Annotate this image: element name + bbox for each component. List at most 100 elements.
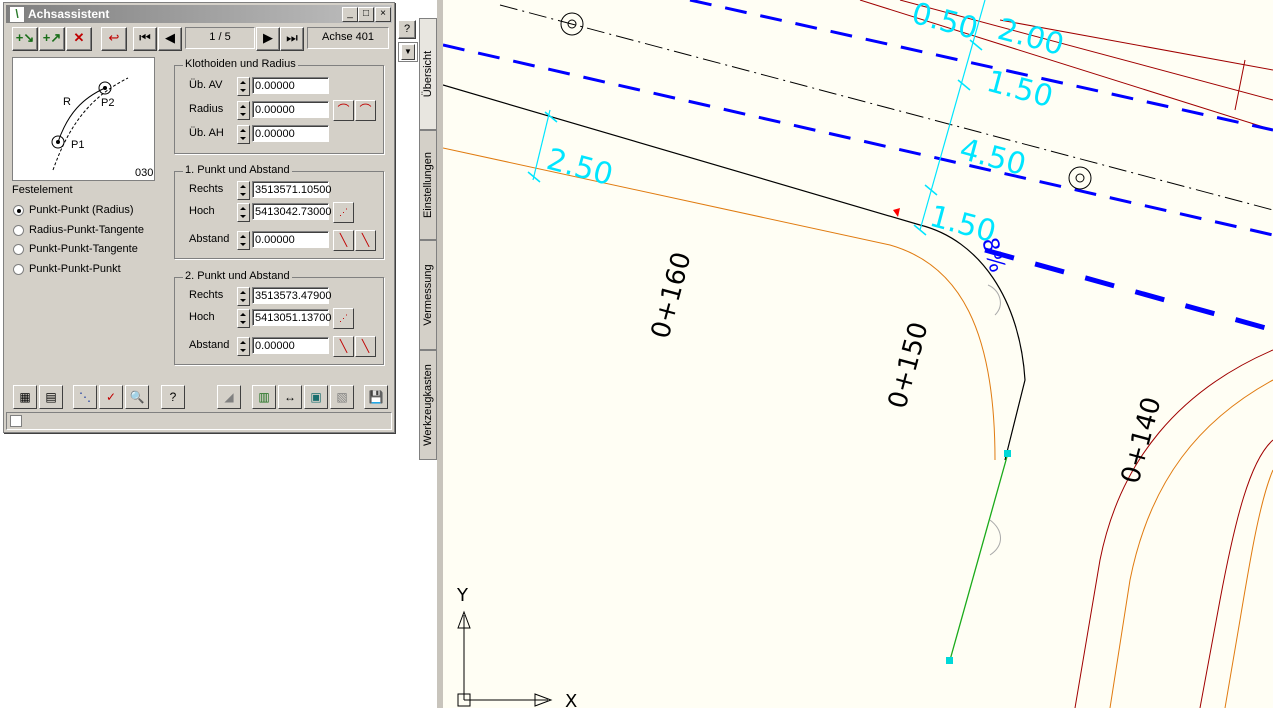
punkt2-rechts-input[interactable]: 3513573.47900 [252,287,331,304]
punkt2-group: 2. Punkt und Abstand Rechts 3513573.4790… [174,270,384,365]
tab-einstellungen[interactable]: Einstellungen [419,130,437,240]
ub-ah-spinner[interactable] [237,125,250,144]
title-bar[interactable]: \ Achsassistent _ □ × [6,5,392,23]
punkt2-abstand-input[interactable]: 0.00000 [252,337,329,354]
preview-code: 030 [135,167,154,179]
punkt2-rechts-label: Rechts [189,289,224,301]
punkt1-hoch-label: Hoch [189,205,215,217]
radio-punkt-punkt-punkt[interactable] [13,264,24,275]
option-radius-punkt-tangente[interactable]: Radius-Punkt-Tangente [29,224,144,236]
save-icon[interactable]: 💾 [364,385,388,409]
minimize-button[interactable]: _ [342,7,358,22]
punkt1-abstand-spinner[interactable] [237,231,250,250]
punkt1-pick-point-icon[interactable]: ⋰ [333,202,354,223]
last-record-button[interactable]: ⏭ [280,27,304,51]
preview-label-p1: P1 [71,139,85,151]
punkt2-offset-left-icon[interactable]: ╲ [333,336,354,357]
tab-werkzeugkasten[interactable]: Werkzeugkasten [419,350,437,460]
punkt2-hoch-input[interactable]: 5413051.13700 [252,309,331,326]
ub-ah-input[interactable]: 0.00000 [252,125,329,142]
punkt1-group: 1. Punkt und Abstand Rechts 3513571.1050… [174,164,384,259]
status-bar [6,412,392,430]
page-indicator: 1 / 5 [185,27,255,49]
delete-element-button[interactable]: ✕ [66,27,92,51]
dim-label-2-00: 2.00 [994,12,1068,63]
folder-icon[interactable]: ▣ [304,385,328,409]
radius-label: Radius [189,103,224,115]
hatch-icon[interactable]: ▧ [330,385,354,409]
arrows-icon[interactable]: ↔ [278,385,302,409]
punkt2-title: 2. Punkt und Abstand [183,270,292,282]
radius-input[interactable]: 0.00000 [252,101,329,118]
option-punkt-punkt-radius[interactable]: Punkt-Punkt (Radius) [29,204,134,216]
dim-label-0-50: 0.50 [908,0,982,47]
punkt2-offset-right-icon[interactable]: ╲ [355,336,376,357]
cad-drawing: 0.50 2.00 1.50 4.50 2.50 1.50 8% 0+160 0… [443,0,1273,708]
radius-right-curve-icon[interactable]: ⌒ [355,100,376,121]
festelement-title: Festelement [12,184,73,196]
preview-label-p2: P2 [101,97,115,109]
table-icon[interactable]: ▥ [252,385,276,409]
radio-punkt-punkt-radius[interactable] [13,205,24,216]
option-punkt-punkt-tangente[interactable]: Punkt-Punkt-Tangente [29,243,138,255]
status-checkbox[interactable] [10,415,22,427]
station-0-140: 0+140 [1116,394,1168,487]
previous-record-button[interactable]: ◀ [158,27,182,51]
window-title: Achsassistent [28,7,110,21]
radius-spinner[interactable] [237,101,250,120]
punkt2-rechts-spinner[interactable] [237,287,250,306]
ucs-x-label: X [565,691,577,708]
punkt2-hoch-label: Hoch [189,311,215,323]
profile-icon[interactable]: ◢ [217,385,241,409]
station-0-160: 0+160 [646,249,698,342]
first-record-button[interactable]: ⏮ [133,27,157,51]
option-punkt-punkt-punkt[interactable]: Punkt-Punkt-Punkt [29,263,121,275]
tab-vermessung[interactable]: Vermessung [419,240,437,350]
axis-name: Achse 401 [307,27,389,49]
dim-label-1-50: 1.50 [983,64,1057,115]
preview-drawing [51,77,129,171]
punkt1-offset-right-icon[interactable]: ╲ [355,230,376,251]
help-button[interactable]: ? [398,20,416,39]
ub-av-label: Üb. AV [189,79,223,91]
punkt1-abstand-input[interactable]: 0.00000 [252,231,329,248]
element-preview: R P1 P2 030 [12,57,155,181]
punkt2-pick-point-icon[interactable]: ⋰ [333,308,354,329]
punkt1-rechts-spinner[interactable] [237,181,250,200]
arc-tool-icon[interactable]: ✓ [99,385,123,409]
klothoiden-title: Klothoiden und Radius [183,58,298,70]
ucs-y-label: Y [456,585,469,606]
punkt2-hoch-spinner[interactable] [237,309,250,328]
punkt1-abstand-label: Abstand [189,233,230,245]
klothoiden-group: Klothoiden und Radius Üb. AV 0.00000 Rad… [174,58,384,154]
ub-av-input[interactable]: 0.00000 [252,77,329,94]
maximize-button[interactable]: □ [358,7,374,22]
slope-label: 8% [976,235,1009,275]
add-element-before-button[interactable]: +↘ [12,27,38,51]
ub-ah-label: Üb. AH [189,127,224,139]
reverse-icon[interactable]: ↩ [101,27,127,51]
add-element-after-button[interactable]: +↗ [39,27,65,51]
line-tool-icon[interactable]: ⋱ [73,385,97,409]
help-icon[interactable]: ? [161,385,185,409]
zoom-icon[interactable]: 🔍 [125,385,149,409]
app-icon: \ [9,6,25,23]
punkt2-abstand-spinner[interactable] [237,337,250,356]
radius-left-curve-icon[interactable]: ⌒ [333,100,354,121]
radio-radius-punkt-tangente[interactable] [13,225,24,236]
punkt1-rechts-input[interactable]: 3513571.10500 [252,181,331,198]
radio-punkt-punkt-tangente[interactable] [13,244,24,255]
next-record-button[interactable]: ▶ [256,27,280,51]
document-icon[interactable]: ▤ [39,385,63,409]
punkt1-hoch-input[interactable]: 5413042.73000 [252,203,331,220]
ub-av-spinner[interactable] [237,77,250,96]
cad-canvas[interactable]: 0.50 2.00 1.50 4.50 2.50 1.50 8% 0+160 0… [443,0,1273,708]
achsassistent-dialog: \ Achsassistent _ □ × +↘ +↗ ✕ ↩ ⏮ ◀ 1 / … [3,2,395,433]
preview-label-r: R [63,96,71,108]
punkt1-hoch-spinner[interactable] [237,203,250,222]
dropdown-button[interactable]: ▼ [398,42,418,62]
tab-ubersicht[interactable]: Übersicht [419,18,437,130]
punkt1-offset-left-icon[interactable]: ╲ [333,230,354,251]
close-button[interactable]: × [375,7,391,22]
image-icon[interactable]: ▦ [13,385,37,409]
